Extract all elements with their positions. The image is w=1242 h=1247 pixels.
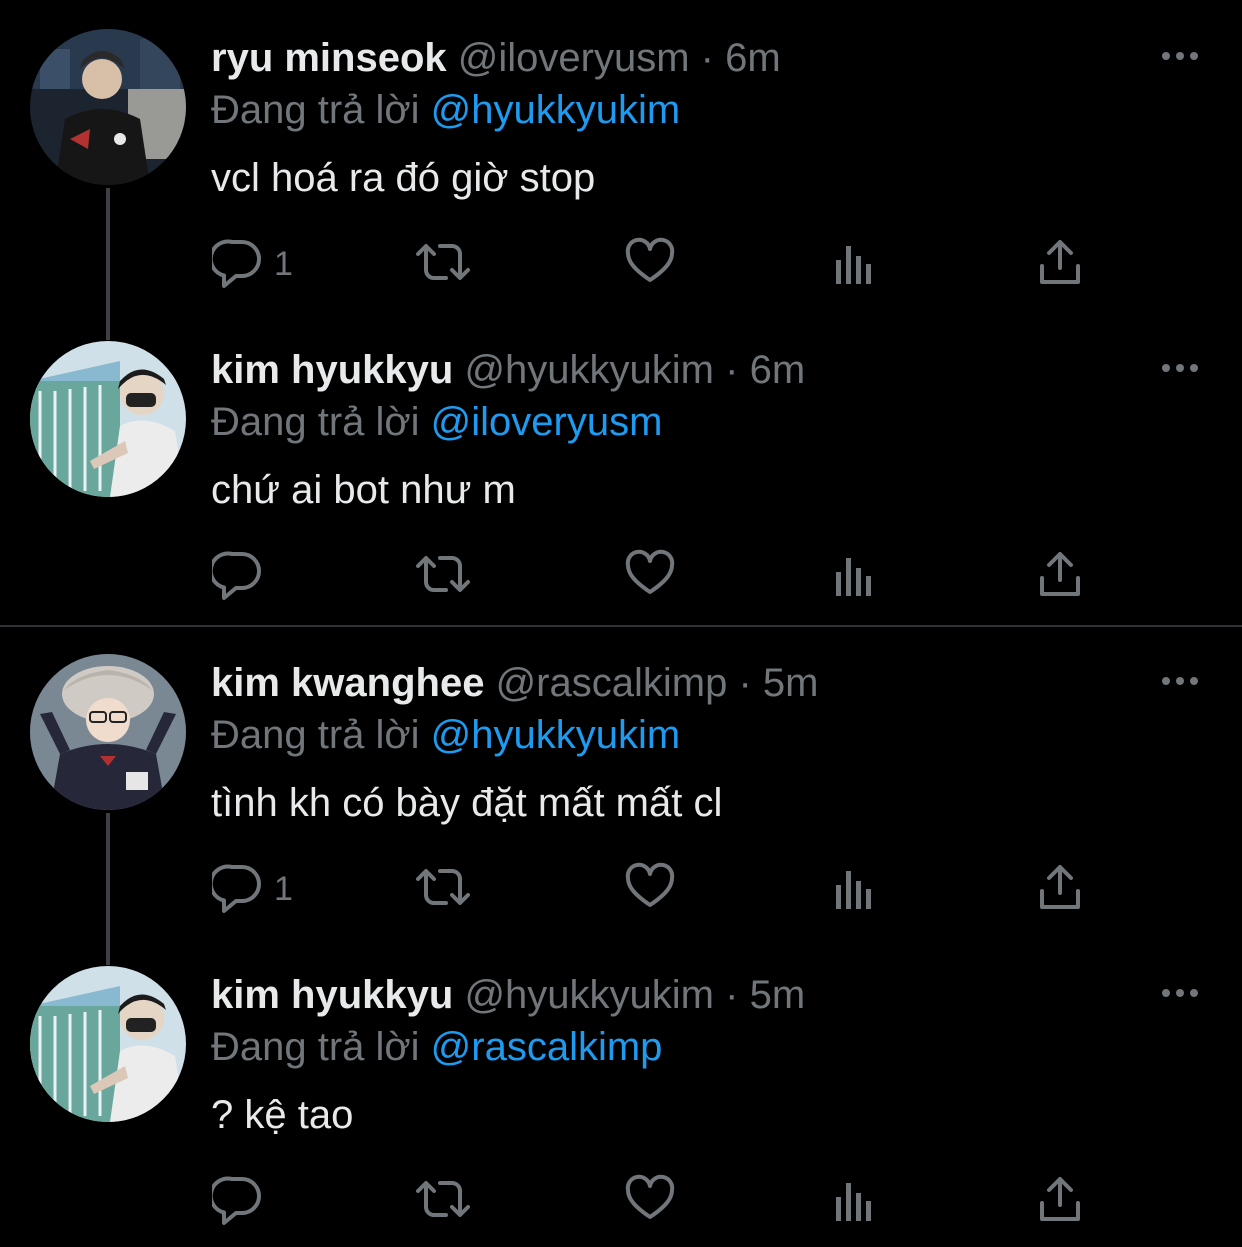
views-icon — [836, 871, 871, 909]
share-button[interactable] — [1036, 546, 1084, 606]
timestamp[interactable]: 6m — [725, 36, 781, 80]
views-icon — [836, 246, 871, 284]
retweet-icon — [416, 244, 470, 280]
views-icon — [836, 558, 871, 596]
separator-dot: · — [700, 36, 714, 80]
reply-button[interactable] — [212, 546, 262, 606]
tweet-header: kim hyukkyu @hyukkyukim · 6m — [211, 344, 805, 396]
like-icon — [625, 549, 675, 594]
more-icon[interactable] — [1158, 669, 1202, 693]
replying-to: Đang trả lời @rascalkimp — [211, 1021, 662, 1073]
tweet-text: tình kh có bày đặt mất mất cl — [211, 781, 723, 825]
like-icon — [625, 1174, 675, 1219]
avatar[interactable] — [30, 654, 186, 810]
tweet[interactable]: kim hyukkyu @hyukkyukim · 5m Đang trả lờ… — [0, 937, 1242, 1247]
retweet-icon — [416, 869, 470, 905]
tweet-text: chứ ai bot như m — [211, 468, 516, 512]
tweet-header: kim kwanghee @rascalkimp · 5m — [211, 657, 818, 709]
tweet-actions — [0, 546, 1242, 606]
user-handle[interactable]: @hyukkyukim — [464, 973, 714, 1017]
mention-link[interactable]: @iloveryusm — [431, 400, 663, 444]
retweet-button[interactable] — [412, 546, 474, 606]
timestamp[interactable]: 6m — [750, 348, 806, 392]
retweet-button[interactable] — [412, 234, 474, 294]
display-name[interactable]: ryu minseok — [211, 36, 447, 80]
tweet-actions: 1 — [0, 859, 1242, 919]
reply-icon — [212, 1176, 261, 1225]
share-icon — [1040, 552, 1080, 596]
reply-icon — [212, 551, 261, 600]
tweet-actions: 1 — [0, 234, 1242, 294]
display-name[interactable]: kim hyukkyu — [211, 973, 453, 1017]
views-button[interactable] — [832, 234, 880, 294]
separator-dot: · — [738, 661, 752, 705]
user-handle[interactable]: @rascalkimp — [496, 661, 728, 705]
reply-button[interactable] — [212, 1171, 262, 1231]
replying-to: Đang trả lời @hyukkyukim — [211, 709, 680, 761]
mention-link[interactable]: @hyukkyukim — [431, 88, 681, 132]
user-handle[interactable]: @iloveryusm — [458, 36, 690, 80]
timestamp[interactable]: 5m — [763, 661, 819, 705]
timestamp[interactable]: 5m — [750, 973, 806, 1017]
display-name[interactable]: kim kwanghee — [211, 661, 484, 705]
reply-icon — [212, 864, 261, 913]
replying-to-label: Đang trả lời — [211, 1025, 420, 1069]
tweet[interactable]: kim kwanghee @rascalkimp · 5m Đang trả l… — [0, 625, 1242, 965]
share-icon — [1040, 240, 1080, 284]
share-button[interactable] — [1036, 859, 1084, 919]
retweet-icon — [416, 1181, 470, 1217]
views-button[interactable] — [832, 859, 880, 919]
replying-to: Đang trả lời @hyukkyukim — [211, 84, 680, 136]
tweet[interactable]: ryu minseok @iloveryusm · 6m Đang trả lờ… — [0, 0, 1242, 340]
reply-count: 1 — [274, 870, 293, 908]
like-icon — [625, 237, 675, 282]
replying-to-label: Đang trả lời — [211, 88, 420, 132]
share-icon — [1040, 1177, 1080, 1221]
more-icon[interactable] — [1158, 356, 1202, 380]
views-icon — [836, 1183, 871, 1221]
like-button[interactable] — [624, 859, 676, 919]
views-button[interactable] — [832, 1171, 880, 1231]
more-icon[interactable] — [1158, 981, 1202, 1005]
like-button[interactable] — [624, 234, 676, 294]
tweet-text: ? kệ tao — [211, 1093, 354, 1137]
reply-button[interactable]: 1 — [212, 234, 293, 294]
share-button[interactable] — [1036, 1171, 1084, 1231]
like-button[interactable] — [624, 546, 676, 606]
avatar[interactable] — [30, 966, 186, 1122]
reply-button[interactable]: 1 — [212, 859, 293, 919]
tweet-header: ryu minseok @iloveryusm · 6m — [211, 32, 781, 84]
avatar[interactable] — [30, 29, 186, 185]
reply-count: 1 — [274, 245, 293, 283]
like-icon — [625, 862, 675, 907]
separator-dot: · — [725, 348, 739, 392]
more-icon[interactable] — [1158, 44, 1202, 68]
tweet[interactable]: kim hyukkyu @hyukkyukim · 6m Đang trả lờ… — [0, 312, 1242, 624]
tweet-header: kim hyukkyu @hyukkyukim · 5m — [211, 969, 805, 1021]
retweet-icon — [416, 556, 470, 592]
share-icon — [1040, 865, 1080, 909]
mention-link[interactable]: @rascalkimp — [431, 1025, 663, 1069]
tweet-actions — [0, 1171, 1242, 1231]
retweet-button[interactable] — [412, 1171, 474, 1231]
separator-dot: · — [725, 973, 739, 1017]
tweet-text: vcl hoá ra đó giờ stop — [211, 156, 596, 200]
views-button[interactable] — [832, 546, 880, 606]
mention-link[interactable]: @hyukkyukim — [431, 713, 681, 757]
retweet-button[interactable] — [412, 859, 474, 919]
user-handle[interactable]: @hyukkyukim — [464, 348, 714, 392]
display-name[interactable]: kim hyukkyu — [211, 348, 453, 392]
reply-icon — [212, 239, 261, 288]
avatar[interactable] — [30, 341, 186, 497]
like-button[interactable] — [624, 1171, 676, 1231]
replying-to-label: Đang trả lời — [211, 400, 420, 444]
replying-to-label: Đang trả lời — [211, 713, 420, 757]
replying-to: Đang trả lời @iloveryusm — [211, 396, 662, 448]
share-button[interactable] — [1036, 234, 1084, 294]
